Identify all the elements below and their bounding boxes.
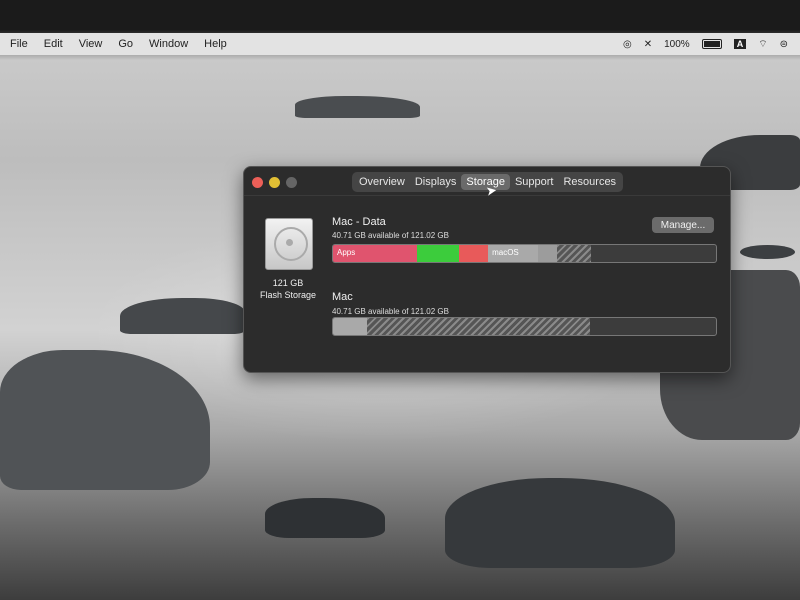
menu-edit[interactable]: Edit (36, 38, 71, 50)
creative-cloud-icon[interactable]: ◎ (623, 39, 632, 50)
storage-segment[interactable] (367, 318, 590, 335)
menu-file[interactable]: File (0, 38, 36, 50)
storage-usage-bar[interactable]: Apps macOS (332, 244, 717, 263)
tab-overview[interactable]: Overview (354, 174, 410, 190)
menu-window[interactable]: Window (141, 38, 196, 50)
rock (445, 478, 675, 568)
menu-help[interactable]: Help (196, 38, 235, 50)
rock (740, 245, 795, 259)
rock (120, 298, 245, 334)
storage-segment[interactable] (333, 318, 368, 335)
storage-segment-label: macOS (492, 248, 519, 257)
menu-view[interactable]: View (71, 38, 111, 50)
rock (0, 350, 210, 490)
title-bar[interactable]: Overview Displays Storage Support Resour… (244, 167, 730, 199)
storage-segment[interactable]: Apps (333, 245, 418, 262)
volume-name: Mac (332, 291, 353, 303)
close-button[interactable] (252, 177, 263, 188)
battery-percent: 100% (664, 38, 690, 50)
storage-segment[interactable] (557, 245, 592, 262)
disk-capacity: 121 GB (272, 278, 304, 288)
hard-drive-icon (265, 218, 313, 270)
storage-segment[interactable] (537, 245, 558, 262)
storage-segment[interactable]: macOS (488, 245, 538, 262)
tab-displays[interactable]: Displays (410, 174, 462, 190)
menu-go[interactable]: Go (110, 38, 141, 50)
storage-segment[interactable] (459, 245, 489, 262)
volume-name: Mac - Data (332, 216, 386, 228)
control-center-icon[interactable]: ⊜ (780, 39, 788, 50)
menu-bar: File Edit View Go Window Help ◎ ✕ 100% A… (0, 33, 800, 55)
disk-type: Flash Storage (259, 290, 317, 300)
tab-support[interactable]: Support (510, 174, 559, 190)
rock (295, 96, 420, 118)
status-area: ◎ ✕ 100% A ⌔ ⊜ (623, 33, 788, 55)
rock (265, 498, 385, 538)
zoom-button[interactable] (286, 177, 297, 188)
battery-icon[interactable] (701, 39, 722, 49)
volume-available: 40.71 GB available of 121.02 GB (332, 231, 449, 240)
tab-resources[interactable]: Resources (558, 174, 621, 190)
manage-button[interactable]: Manage... (652, 217, 714, 233)
storage-segment-label: Apps (337, 248, 356, 257)
storage-segment[interactable] (417, 245, 460, 262)
minimize-button[interactable] (269, 177, 280, 188)
volume-available: 40.71 GB available of 121.02 GB (332, 307, 449, 316)
wifi-icon[interactable]: ⌔ (758, 38, 767, 51)
input-source-icon[interactable]: A (733, 39, 747, 49)
microphone-muted-icon[interactable]: ✕ (644, 39, 652, 50)
about-this-mac-window: Overview Displays Storage Support Resour… (243, 166, 731, 373)
storage-usage-bar[interactable] (332, 317, 717, 336)
